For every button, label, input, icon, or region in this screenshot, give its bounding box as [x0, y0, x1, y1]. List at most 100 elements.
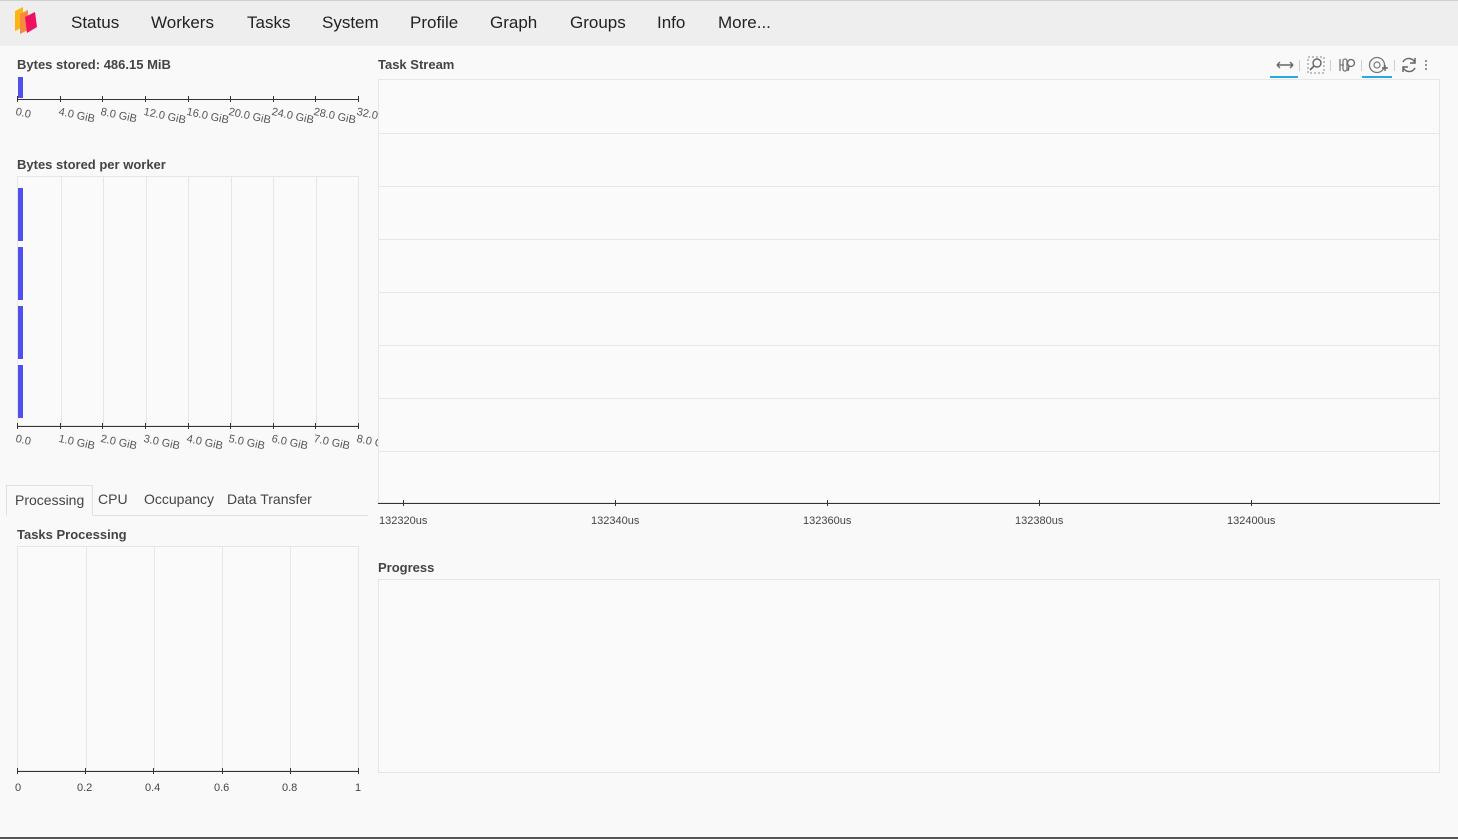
tab-data-transfer[interactable]: Data Transfer: [219, 485, 320, 516]
box-zoom-tool-icon[interactable]: [1301, 54, 1329, 78]
task-stream-toolbar: [1270, 54, 1440, 80]
axis-tick-label: 132360us: [803, 515, 852, 527]
axis-tick-label: 2.0 GiB: [99, 433, 138, 453]
axis-tick-label: 0.0: [14, 433, 32, 448]
grid-line: [379, 186, 1439, 187]
bytes-per-worker-plot: [17, 176, 359, 426]
grid-line: [290, 547, 291, 770]
bytes-per-worker-title: Bytes stored per worker: [17, 157, 166, 172]
axis-tick-label: 12.0 GiB: [142, 106, 187, 127]
axis-tick-label: 0.6: [214, 782, 230, 794]
nav-profile[interactable]: Profile: [410, 13, 458, 33]
grid-line: [86, 547, 87, 770]
axis-tick: [315, 423, 316, 429]
worker-bytes-bar[interactable]: [18, 365, 23, 418]
task-stream-title: Task Stream: [378, 57, 455, 72]
bytes-stored-title: Bytes stored: 486.15 MiB: [17, 57, 171, 72]
grid-line: [231, 177, 232, 425]
grid-line: [379, 345, 1439, 346]
grid-line: [61, 177, 62, 425]
nav-tasks[interactable]: Tasks: [247, 13, 290, 33]
grid-line: [379, 292, 1439, 293]
axis-tick: [145, 96, 146, 102]
grid-line: [379, 133, 1439, 134]
axis-tick-label: 3.0 GiB: [142, 433, 181, 453]
tasks-processing-plot: [17, 546, 359, 771]
nav-status[interactable]: Status: [71, 13, 119, 33]
dask-logo-icon[interactable]: [13, 7, 39, 35]
axis-tick: [230, 423, 231, 429]
axis-tick: [85, 768, 86, 774]
axis-tick-label: 132340us: [591, 515, 640, 527]
worker-bytes-bar[interactable]: [18, 188, 23, 241]
tasks-processing-title: Tasks Processing: [17, 527, 127, 542]
xpan-tool-icon[interactable]: [1270, 54, 1298, 78]
task-stream-axis: [378, 503, 1440, 504]
axis-tick-label: 132320us: [379, 515, 428, 527]
nav-groups[interactable]: Groups: [570, 13, 626, 33]
axis-tick-label: 24.0 GiB: [270, 106, 315, 127]
axis-tick: [827, 500, 828, 506]
nav-more[interactable]: More...: [718, 13, 771, 33]
toolbar-more-icon[interactable]: [1424, 58, 1428, 72]
worker-bytes-bar[interactable]: [18, 247, 23, 300]
axis-tick: [403, 500, 404, 506]
axis-tick-label: 4.0 GiB: [185, 433, 224, 453]
axis-tick-label: 8.0 GiB: [99, 106, 138, 126]
wheel-zoom-tool-icon[interactable]: [1332, 54, 1360, 78]
axis-tick-label: 0.2: [77, 782, 93, 794]
grid-line: [188, 177, 189, 425]
grid-line: [103, 177, 104, 425]
axis-tick-label: 0.4: [145, 782, 161, 794]
axis-tick: [222, 768, 223, 774]
axis-tick: [60, 96, 61, 102]
tab-processing[interactable]: Processing: [6, 485, 94, 516]
hover-tool-icon[interactable]: [1362, 54, 1392, 78]
grid-line: [222, 547, 223, 770]
grid-line: [154, 547, 155, 770]
axis-tick: [290, 768, 291, 774]
nav-system[interactable]: System: [322, 13, 379, 33]
axis-tick: [17, 423, 18, 429]
axis-tick: [1039, 500, 1040, 506]
axis-tick: [188, 96, 189, 102]
axis-tick-label: 16.0 GiB: [185, 106, 230, 127]
axis-tick-label: 0.8: [282, 782, 298, 794]
axis-tick: [358, 423, 359, 429]
nav-info[interactable]: Info: [657, 13, 685, 33]
axis-tick-label: 20.0 GiB: [227, 106, 272, 127]
axis-tick: [17, 768, 18, 774]
axis-tick-label: 132380us: [1015, 515, 1064, 527]
axis-tick-label: 6.0 GiB: [270, 433, 309, 453]
grid-line: [316, 177, 317, 425]
axis-tick: [230, 96, 231, 102]
axis-tick: [102, 423, 103, 429]
axis-tick: [273, 96, 274, 102]
progress-plot: [378, 579, 1440, 773]
grid-line: [379, 398, 1439, 399]
top-navbar: Status Workers Tasks System Profile Grap…: [0, 0, 1458, 46]
axis-tick-label: 28.0 GiB: [312, 106, 357, 127]
axis-tick: [60, 423, 61, 429]
axis-tick: [315, 96, 316, 102]
grid-line: [379, 451, 1439, 452]
tasks-processing-axis: [17, 771, 359, 772]
grid-line: [146, 177, 147, 425]
reset-tool-icon[interactable]: [1394, 54, 1422, 78]
progress-title: Progress: [378, 560, 435, 575]
worker-bytes-bar[interactable]: [18, 306, 23, 359]
nav-graph[interactable]: Graph: [490, 13, 537, 33]
tab-occupancy[interactable]: Occupancy: [136, 485, 222, 516]
worker-tabs: Processing CPU Occupancy Data Transfer: [6, 485, 368, 516]
bytes-stored-bar: [18, 77, 23, 98]
task-stream-plot[interactable]: [378, 79, 1440, 503]
axis-tick-label: 1.0 GiB: [57, 433, 96, 453]
tab-cpu[interactable]: CPU: [90, 485, 136, 516]
axis-tick-label: 0.0: [14, 106, 32, 121]
axis-tick-label: 7.0 GiB: [312, 433, 351, 453]
axis-tick: [17, 96, 18, 102]
axis-tick: [615, 500, 616, 506]
axis-tick-label: 1: [355, 782, 362, 794]
grid-line: [273, 177, 274, 425]
nav-workers[interactable]: Workers: [151, 13, 214, 33]
